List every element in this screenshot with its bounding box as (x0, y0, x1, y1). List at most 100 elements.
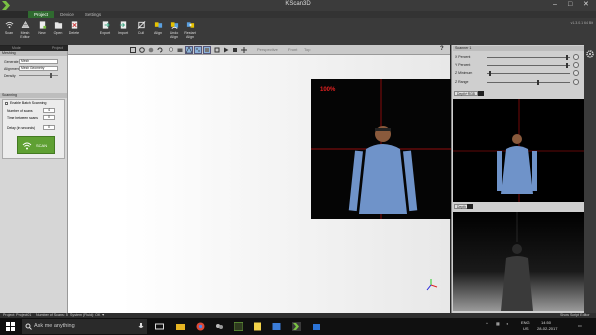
new-file-icon (39, 21, 46, 29)
mesh-editor-button[interactable]: Mesh Editor (17, 20, 33, 42)
select-tool-icon[interactable] (130, 47, 136, 53)
y-percent-settings-icon[interactable] (573, 62, 579, 68)
num-scans-input[interactable]: 4 (43, 108, 55, 113)
stop-icon[interactable] (232, 47, 238, 53)
ribbon-home-stub (0, 11, 28, 18)
photos-app-icon[interactable] (272, 322, 281, 331)
top-view-label[interactable]: Top (304, 47, 310, 52)
rotate-tool-icon[interactable] (157, 47, 163, 53)
help-icon[interactable]: ? (440, 46, 444, 52)
kscan3d-window: KScan3D – □ ✕ Project Device Settings Sc… (0, 0, 596, 335)
notifications-icon[interactable]: ▭ (578, 323, 582, 328)
tray-chevron-icon[interactable]: ^ (486, 321, 488, 326)
minimize-button[interactable]: – (553, 1, 557, 9)
notes-app-icon[interactable] (253, 322, 262, 331)
lasso-tool-icon[interactable] (139, 47, 145, 53)
scanned-person-figure (348, 126, 418, 214)
maximize-button[interactable]: □ (568, 1, 572, 9)
perspective-view-label[interactable]: Perspective (257, 47, 278, 52)
settings-gear-icon[interactable] (586, 50, 594, 58)
ribbon-tabs: Project Device Settings (0, 11, 596, 18)
y-percent-slider-track[interactable] (487, 65, 570, 66)
texture-view-icon[interactable] (203, 46, 211, 54)
y-percent-slider-handle[interactable] (565, 63, 568, 68)
clock-date[interactable]: 28-02-2017 (537, 326, 557, 331)
generate-select[interactable]: Mesh (19, 59, 58, 64)
scan-mode-button[interactable]: Scan (1, 20, 17, 42)
sphere-tool-icon[interactable] (148, 47, 154, 53)
restart-align-icon (186, 22, 194, 28)
z-minimum-slider-handle[interactable] (489, 71, 492, 76)
enable-batch-checkbox[interactable] (5, 102, 8, 105)
front-view-label[interactable]: Front (288, 47, 297, 52)
z-minimum-row: Z Minimum (455, 70, 582, 76)
file-explorer-icon[interactable] (176, 322, 185, 331)
axis-gizmo-icon (426, 279, 438, 291)
live-preview-canvas: 100% (311, 79, 451, 219)
restart-align-button[interactable]: Restart Align (182, 20, 198, 42)
terminal-app-icon[interactable] (234, 322, 243, 331)
delay-input[interactable]: 0 (43, 125, 55, 130)
search-icon (25, 323, 32, 330)
tab-device[interactable]: Device (54, 11, 80, 18)
depth-rgb-tab[interactable]: Depth+RGB (454, 91, 478, 96)
store-app-icon[interactable] (312, 322, 321, 331)
light-icon[interactable] (168, 47, 174, 53)
window-title: KScan3D (285, 1, 311, 7)
windows-taskbar: Ask me anything ^ ▦ ◖ ENG US 14:50 28-02… (0, 318, 596, 335)
play-icon[interactable] (223, 47, 229, 53)
x-percent-slider-handle[interactable] (565, 55, 568, 60)
x-percent-settings-icon[interactable] (573, 54, 579, 60)
alignment-select[interactable]: Mesh Geometry (19, 66, 58, 71)
import-button[interactable]: Import (115, 20, 131, 42)
camera-toggle-icon[interactable] (478, 91, 484, 96)
rgb-preview (453, 99, 584, 202)
viewport-toolbar: Perspective Front Top ? (68, 45, 450, 55)
x-percent-slider-track[interactable] (487, 57, 570, 58)
z-range-slider-handle[interactable] (537, 80, 540, 85)
kscan3d-taskbar-icon[interactable] (292, 322, 301, 331)
rgb-preview-image (453, 99, 584, 202)
task-view-icon[interactable] (155, 322, 164, 331)
z-minimum-slider-track[interactable] (487, 73, 570, 74)
align-button[interactable]: Align (150, 20, 166, 42)
density-slider-handle[interactable] (50, 73, 53, 78)
volume-icon[interactable]: ◖ (506, 321, 508, 326)
region-indicator[interactable]: US (523, 326, 529, 331)
undo-align-icon (170, 22, 178, 29)
open-project-button[interactable]: Open (50, 20, 66, 42)
microphone-icon[interactable] (138, 323, 144, 330)
close-button[interactable]: ✕ (583, 1, 589, 9)
depth-camera-icon[interactable] (467, 204, 473, 209)
preview-grid (311, 79, 451, 219)
z-minimum-settings-icon[interactable] (573, 70, 579, 76)
z-range-slider-track[interactable] (487, 82, 570, 83)
tab-project[interactable]: Project (28, 11, 54, 18)
crosshair-icon[interactable] (241, 47, 247, 53)
language-indicator[interactable]: ENG (521, 320, 530, 325)
points-view-icon[interactable] (194, 46, 202, 54)
undo-align-button[interactable]: Undo Align (166, 20, 182, 42)
chrome-icon[interactable] (196, 322, 205, 331)
camera-icon[interactable] (177, 47, 183, 53)
delete-project-button[interactable]: Delete (66, 20, 82, 42)
z-range-settings-icon[interactable] (573, 79, 579, 85)
export-button[interactable]: Export (97, 20, 113, 42)
tab-settings[interactable]: Settings (80, 11, 106, 18)
fit-view-icon[interactable] (214, 47, 220, 53)
cull-button[interactable]: Cull (133, 20, 149, 42)
time-between-input[interactable]: 0 (43, 115, 55, 120)
scanner-panel-header: Scanner 1 (453, 46, 584, 51)
people-app-icon[interactable] (215, 322, 224, 331)
taskbar-search-box[interactable]: Ask me anything (22, 319, 147, 334)
new-project-button[interactable]: New (34, 20, 50, 42)
y-percent-row: Y Percent (455, 62, 582, 68)
scan-button[interactable]: SCAN (17, 136, 55, 154)
windows-start-icon[interactable] (6, 322, 15, 331)
y-percent-label: Y Percent (455, 63, 471, 67)
network-icon[interactable]: ▦ (496, 321, 500, 326)
clock-time[interactable]: 14:50 (541, 320, 551, 325)
mesh-editor-icon (21, 20, 29, 28)
meshing-header: Meshing (0, 51, 67, 56)
mesh-view-icon[interactable] (185, 46, 193, 54)
